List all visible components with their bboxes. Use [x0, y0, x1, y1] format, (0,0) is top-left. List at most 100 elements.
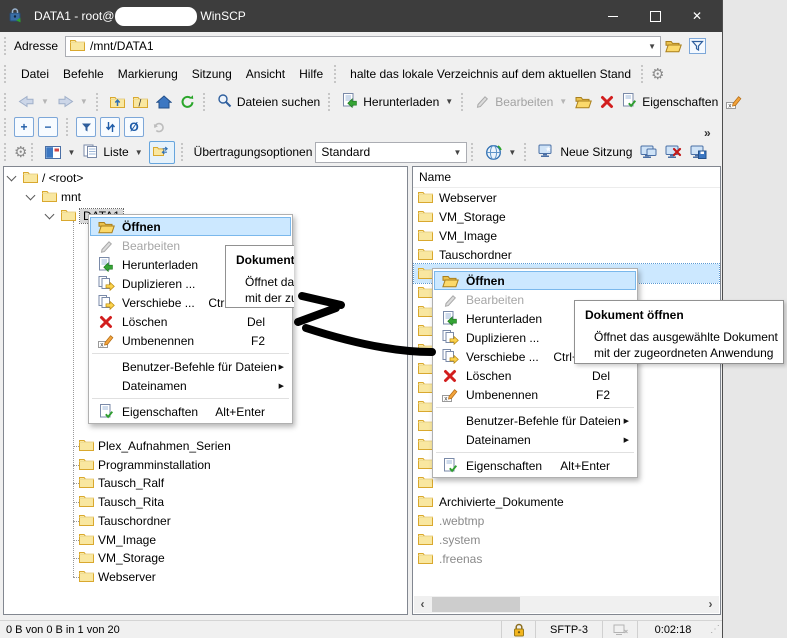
- column-header-name[interactable]: Name: [413, 167, 720, 188]
- chevron-expanded-icon[interactable]: [7, 172, 17, 182]
- toolbar-grip[interactable]: [4, 143, 9, 161]
- horizontal-scrollbar[interactable]: ‹ ›: [414, 596, 719, 613]
- chevron-expanded-icon[interactable]: [45, 210, 55, 220]
- tree-item[interactable]: mnt: [27, 188, 81, 206]
- menu-hilfe[interactable]: Hilfe: [292, 63, 330, 85]
- menu-item-benutzer-befehle-für-dateien[interactable]: Benutzer-Befehle für Dateien▶: [90, 357, 291, 376]
- tree-item[interactable]: VM_Image: [79, 531, 156, 549]
- tree-item[interactable]: Webserver: [79, 568, 156, 586]
- tree-item[interactable]: Tauschordner: [79, 512, 171, 530]
- toolbar-grip[interactable]: [4, 118, 9, 136]
- open-folder-button[interactable]: [571, 92, 596, 112]
- edit-button[interactable]: Bearbeiten ▼: [471, 90, 571, 114]
- refresh-button[interactable]: [176, 91, 199, 112]
- new-session-button[interactable]: Neue Sitzung: [534, 141, 636, 164]
- menu-datei[interactable]: Datei: [14, 63, 56, 85]
- download-button[interactable]: Herunterladen ▼: [338, 90, 457, 114]
- toolbar-grip[interactable]: [641, 65, 646, 83]
- undo-icon[interactable]: [148, 117, 168, 137]
- panel-layout-button[interactable]: ▼: [41, 143, 79, 162]
- file-list-row[interactable]: .freenas: [414, 549, 719, 568]
- menu-item-umbenennen[interactable]: xUmbenennenF2: [90, 331, 291, 350]
- tree-item[interactable]: Tausch_Rita: [79, 493, 164, 511]
- back-button[interactable]: ▼: [14, 92, 53, 111]
- find-files-button[interactable]: Dateien suchen: [213, 90, 324, 114]
- file-list-row[interactable]: Tauschordner: [414, 245, 719, 264]
- filter-icon[interactable]: [76, 117, 96, 137]
- toolbar-grip[interactable]: [4, 65, 9, 83]
- close-session-button[interactable]: [661, 142, 686, 162]
- menu-markierung[interactable]: Markierung: [111, 63, 185, 85]
- root-directory-button[interactable]: /: [129, 92, 152, 111]
- close-button[interactable]: ✕: [676, 0, 718, 32]
- menu-item-eigenschaften[interactable]: EigenschaftenAlt+Enter: [434, 456, 636, 475]
- minimize-button[interactable]: [592, 0, 634, 32]
- toolbar-grip[interactable]: [471, 143, 476, 161]
- file-list-row[interactable]: Archivierte_Dokumente: [414, 492, 719, 511]
- synchronized-browsing-toggle[interactable]: [149, 141, 175, 164]
- menu-ansicht[interactable]: Ansicht: [239, 63, 292, 85]
- tree-item[interactable]: Programminstallation: [79, 456, 211, 474]
- address-input[interactable]: /mnt/DATA1 ▼: [65, 36, 661, 57]
- chevron-down-icon[interactable]: ▼: [648, 42, 656, 51]
- menu-item-eigenschaften[interactable]: EigenschaftenAlt+Enter: [90, 402, 291, 421]
- tree-item[interactable]: Tausch_Ralf: [79, 474, 164, 492]
- server-icon[interactable]: [602, 621, 637, 638]
- tree-item[interactable]: Plex_Aufnahmen_Serien: [79, 437, 231, 455]
- forward-button[interactable]: ▼: [53, 92, 92, 111]
- menu-item-öffnen[interactable]: Öffnen: [90, 217, 291, 236]
- file-list-row[interactable]: .system: [414, 530, 719, 549]
- resize-grip[interactable]: ⋰: [708, 621, 722, 638]
- chevron-down-icon[interactable]: ▼: [454, 148, 462, 157]
- toolbar-grip[interactable]: [4, 93, 9, 111]
- delete-button[interactable]: [596, 92, 618, 112]
- clear-selection-button[interactable]: Ø: [124, 117, 144, 137]
- menu-item-löschen[interactable]: LöschenDel: [434, 366, 636, 385]
- toolbar-grip[interactable]: [31, 143, 36, 161]
- menu-item-löschen[interactable]: LöschenDel: [90, 312, 291, 331]
- menu-item-öffnen[interactable]: Öffnen: [434, 271, 636, 290]
- scroll-left-arrow[interactable]: ‹: [414, 596, 431, 613]
- menu-item-benutzer-befehle-für-dateien[interactable]: Benutzer-Befehle für Dateien▶: [434, 411, 636, 430]
- tree-item[interactable]: / <root>: [8, 169, 83, 187]
- toolbar-grip[interactable]: [334, 65, 339, 83]
- home-directory-button[interactable]: [152, 92, 176, 112]
- open-directory-button[interactable]: [661, 35, 685, 57]
- toolbar-grip[interactable]: [4, 37, 9, 55]
- rename-button[interactable]: x: [722, 91, 746, 112]
- menu-befehle[interactable]: Befehle: [56, 63, 111, 85]
- chevron-down-icon[interactable]: ▼: [135, 148, 143, 157]
- transfer-preset-select[interactable]: Standard ▼: [315, 142, 467, 163]
- synchronize-button[interactable]: ▼: [481, 141, 520, 164]
- maximize-button[interactable]: [634, 0, 676, 32]
- chevron-down-icon[interactable]: ▼: [445, 97, 453, 106]
- toolbar-grip[interactable]: [328, 93, 333, 111]
- select-remove-button[interactable]: −: [38, 117, 58, 137]
- toolbar-grip[interactable]: [524, 143, 529, 161]
- properties-button[interactable]: Eigenschaften: [618, 90, 722, 114]
- file-list-row[interactable]: .webtmp: [414, 511, 719, 530]
- toolbar-grip[interactable]: [181, 143, 186, 161]
- toolbar-grip[interactable]: [203, 93, 208, 111]
- toolbar-grip[interactable]: [96, 93, 101, 111]
- duplicate-session-button[interactable]: [636, 142, 661, 162]
- session-tab-button[interactable]: halte das lokale Verzeichnis auf dem akt…: [344, 63, 637, 85]
- toolbar-grip[interactable]: [66, 118, 71, 136]
- select-add-button[interactable]: +: [14, 117, 34, 137]
- menu-item-dateinamen[interactable]: Dateinamen▶: [434, 430, 636, 449]
- menu-item-dateinamen[interactable]: Dateinamen▶: [90, 376, 291, 395]
- menu-item-umbenennen[interactable]: xUmbenennenF2: [434, 385, 636, 404]
- toolbar-grip[interactable]: [461, 93, 466, 111]
- swap-selection-icon[interactable]: [100, 117, 120, 137]
- scrollbar-thumb[interactable]: [432, 597, 520, 612]
- parent-directory-button[interactable]: [106, 92, 129, 111]
- file-list-row[interactable]: Webserver: [414, 188, 719, 207]
- tree-item[interactable]: VM_Storage: [79, 549, 165, 567]
- lock-icon[interactable]: [501, 621, 535, 638]
- gear-icon[interactable]: ⚙: [651, 67, 664, 82]
- file-list-row[interactable]: VM_Storage: [414, 207, 719, 226]
- gear-icon[interactable]: ⚙: [14, 145, 27, 160]
- save-session-button[interactable]: [686, 142, 711, 162]
- filter-button[interactable]: [685, 35, 709, 57]
- protocol-badge[interactable]: SFTP-3: [535, 621, 602, 638]
